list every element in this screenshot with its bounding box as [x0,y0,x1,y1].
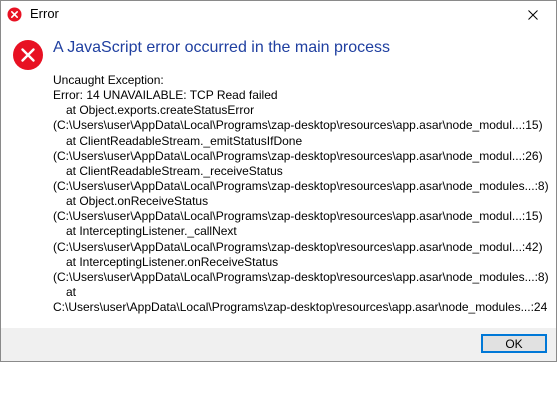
close-button[interactable] [510,1,556,29]
message-line: (C:\Users\user\AppData\Local\Programs\za… [53,118,543,133]
message-line: (C:\Users\user\AppData\Local\Programs\za… [53,209,543,224]
message-line: Error: 14 UNAVAILABLE: TCP Read failed [53,88,278,103]
message-line: (C:\Users\user\AppData\Local\Programs\za… [53,239,543,254]
error-icon [7,7,22,22]
message-line: at [66,284,77,299]
error-icon [12,39,44,71]
error-dialog-window: Error A JavaScript error occurred in the… [0,0,557,362]
message-line: at Object.exports.createStatusError [66,103,255,118]
message-line: at ClientReadableStream._receiveStatus [66,163,283,178]
dialog-content: A JavaScript error occurred in the main … [1,29,556,332]
message-line: at InterceptingListener.onReceiveStatus [66,254,279,269]
message-line: (C:\Users\user\AppData\Local\Programs\za… [53,269,549,284]
error-message: Uncaught Exception: Error: 14 UNAVAILABLE… [53,73,553,315]
close-icon [528,10,538,20]
message-line: Uncaught Exception: [53,73,164,87]
window-title: Error [30,6,59,21]
message-line: C:\Users\user\AppData\Local\Programs\zap… [53,300,548,315]
message-line: at Object.onReceiveStatus [66,194,209,209]
message-line: (C:\Users\user\AppData\Local\Programs\za… [53,178,549,193]
title-bar[interactable]: Error [1,1,556,29]
message-line: at ClientReadableStream._emitStatusIfDon… [66,133,303,148]
message-line: at InterceptingListener._callNext [66,224,237,239]
message-line: (C:\Users\user\AppData\Local\Programs\za… [53,148,543,163]
dialog-footer: OK [1,328,556,361]
dialog-heading: A JavaScript error occurred in the main … [53,39,391,56]
ok-button[interactable]: OK [481,334,547,353]
